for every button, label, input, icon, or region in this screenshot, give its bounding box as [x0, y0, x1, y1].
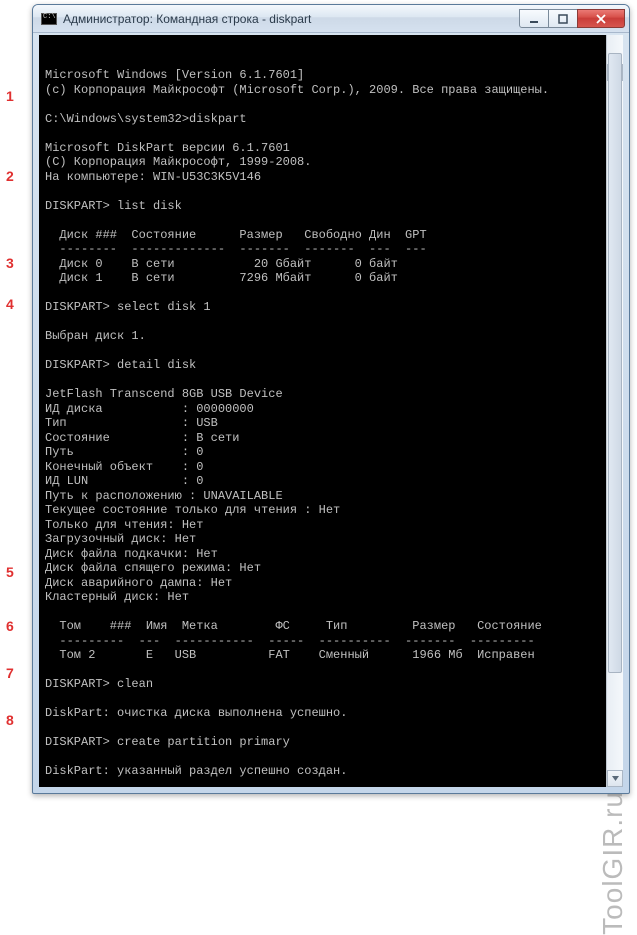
- terminal-line: DiskPart: очистка диска выполнена успешн…: [45, 706, 623, 721]
- terminal-line: ИД диска : 00000000: [45, 402, 623, 417]
- step-label-7: 7: [6, 665, 14, 681]
- vertical-scrollbar[interactable]: [606, 35, 623, 787]
- terminal-line: Только для чтения: Нет: [45, 518, 623, 533]
- terminal-line: [45, 721, 623, 736]
- step-annotations: 1 2 3 4 5 6 7 8: [0, 0, 32, 801]
- terminal-line: [45, 286, 623, 301]
- terminal-line: [45, 750, 623, 765]
- terminal-line: [45, 373, 623, 388]
- close-button[interactable]: [577, 9, 625, 28]
- cmd-window: Администратор: Командная строка - diskpa…: [32, 4, 630, 794]
- cmd-icon: [41, 13, 57, 25]
- terminal-line: Путь : 0: [45, 445, 623, 460]
- terminal-line: Том 2 E USB FAT Сменный 1966 Mб Исправен: [45, 648, 623, 663]
- terminal-output[interactable]: Microsoft Windows [Version 6.1.7601](c) …: [39, 35, 623, 787]
- terminal-line: Диск аварийного дампа: Нет: [45, 576, 623, 591]
- scroll-down-button[interactable]: [607, 770, 623, 787]
- step-label-1: 1: [6, 88, 14, 104]
- window-title: Администратор: Командная строка - diskpa…: [63, 12, 520, 26]
- terminal-line: JetFlash Transcend 8GB USB Device: [45, 387, 623, 402]
- terminal-line: DISKPART> clean: [45, 677, 623, 692]
- terminal-line: [45, 344, 623, 359]
- step-label-6: 6: [6, 618, 14, 634]
- terminal-line: ИД LUN : 0: [45, 474, 623, 489]
- step-label-8: 8: [6, 712, 14, 728]
- terminal-line: Диск ### Состояние Размер Свободно Дин G…: [45, 228, 623, 243]
- terminal-line: [45, 184, 623, 199]
- terminal-line: DISKPART> create partition primary: [45, 735, 623, 750]
- terminal-line: Состояние : В сети: [45, 431, 623, 446]
- terminal-line: (c) Корпорация Майкрософт (Microsoft Cor…: [45, 83, 623, 98]
- titlebar[interactable]: Администратор: Командная строка - diskpa…: [33, 5, 629, 33]
- terminal-line: Microsoft DiskPart версии 6.1.7601: [45, 141, 623, 156]
- terminal-line: DISKPART> detail disk: [45, 358, 623, 373]
- terminal-line: -------- ------------- ------- ------- -…: [45, 242, 623, 257]
- terminal-line: [45, 126, 623, 141]
- terminal-line: [45, 779, 623, 788]
- terminal-line: [45, 315, 623, 330]
- terminal-line: Путь к расположению : UNAVAILABLE: [45, 489, 623, 504]
- terminal-line: DISKPART> select disk 1: [45, 300, 623, 315]
- terminal-line: Диск файла спящего режима: Нет: [45, 561, 623, 576]
- terminal-line: Диск 1 В сети 7296 Mбайт 0 байт: [45, 271, 623, 286]
- terminal-line: Диск файла подкачки: Нет: [45, 547, 623, 562]
- terminal-line: Текущее состояние только для чтения : Не…: [45, 503, 623, 518]
- terminal-line: [45, 97, 623, 112]
- terminal-line: C:\Windows\system32>diskpart: [45, 112, 623, 127]
- terminal-line: [45, 692, 623, 707]
- terminal-line: DiskPart: указанный раздел успешно созда…: [45, 764, 623, 779]
- step-label-2: 2: [6, 168, 14, 184]
- terminal-line: Microsoft Windows [Version 6.1.7601]: [45, 68, 623, 83]
- step-label-4: 4: [6, 296, 14, 312]
- terminal-line: Диск 0 В сети 20 Gбайт 0 байт: [45, 257, 623, 272]
- scroll-thumb[interactable]: [608, 53, 622, 673]
- terminal-line: (C) Корпорация Майкрософт, 1999-2008.: [45, 155, 623, 170]
- step-label-5: 5: [6, 564, 14, 580]
- minimize-button[interactable]: [519, 9, 549, 28]
- terminal-line: Конечный объект : 0: [45, 460, 623, 475]
- step-label-3: 3: [6, 255, 14, 271]
- terminal-line: Загрузочный диск: Нет: [45, 532, 623, 547]
- terminal-line: Кластерный диск: Нет: [45, 590, 623, 605]
- maximize-button[interactable]: [548, 9, 578, 28]
- terminal-line: DISKPART> list disk: [45, 199, 623, 214]
- terminal-line: [45, 605, 623, 620]
- terminal-line: Том ### Имя Метка ФС Тип Размер Состояни…: [45, 619, 623, 634]
- terminal-line: --------- --- ----------- ----- --------…: [45, 634, 623, 649]
- watermark: ToolGIR.ru: [597, 791, 629, 935]
- terminal-line: На компьютере: WIN-U53C3K5V146: [45, 170, 623, 185]
- window-controls: [520, 9, 625, 28]
- terminal-line: [45, 213, 623, 228]
- terminal-line: Выбран диск 1.: [45, 329, 623, 344]
- terminal-line: Тип : USB: [45, 416, 623, 431]
- terminal-line: [45, 663, 623, 678]
